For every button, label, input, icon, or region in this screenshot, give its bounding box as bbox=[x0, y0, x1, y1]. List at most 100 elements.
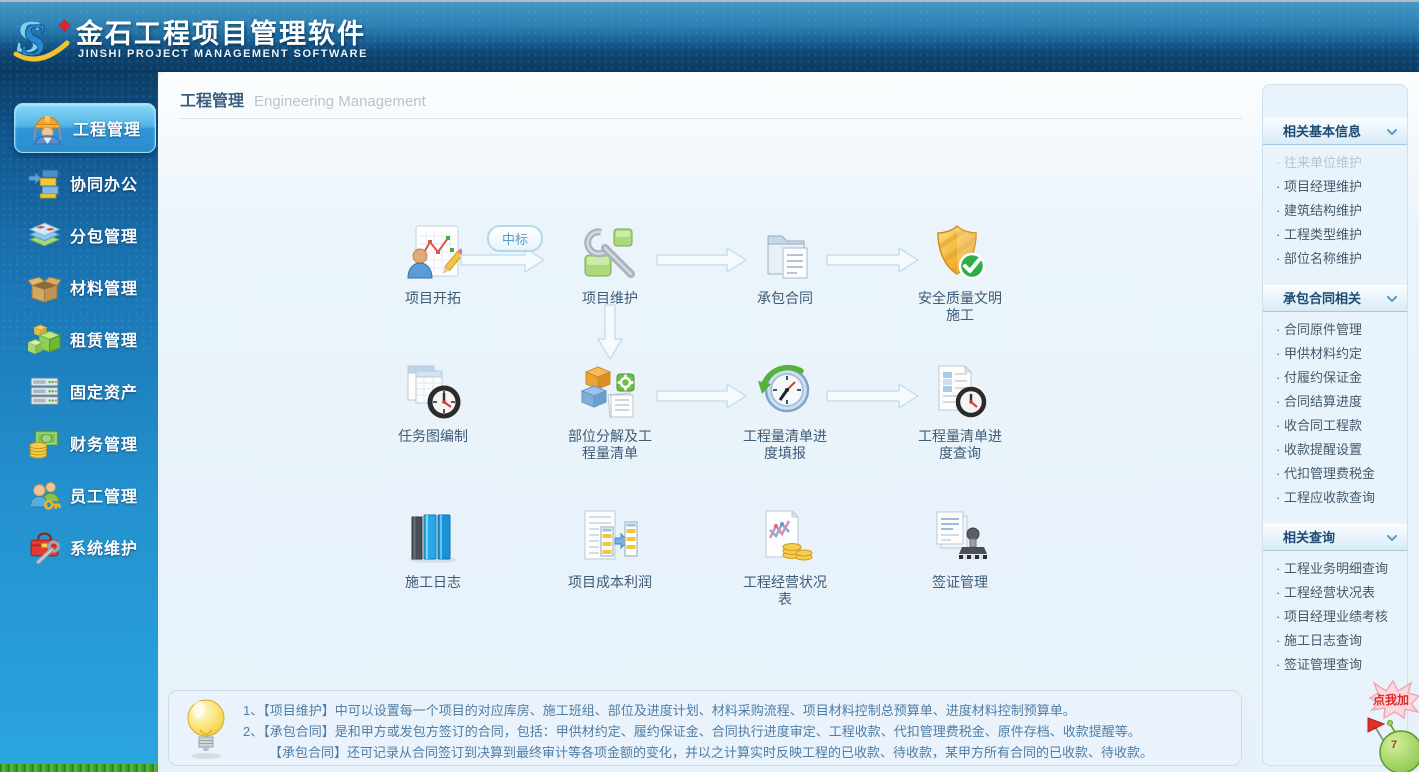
sidebar-item-collab-office[interactable]: 协同办公 bbox=[12, 160, 158, 206]
sidebar-item-fixed-assets[interactable]: 固定资产 bbox=[12, 368, 158, 414]
link-item[interactable]: 合同原件管理 bbox=[1263, 318, 1407, 342]
chevron-down-icon bbox=[1387, 129, 1397, 136]
flow-node-safety[interactable]: 安全质量文明施工 bbox=[905, 224, 1015, 324]
link-item[interactable]: 合同结算进度 bbox=[1263, 390, 1407, 414]
sidebar-item-label: 系统维护 bbox=[70, 541, 139, 558]
sidebar-item-label: 工程管理 bbox=[73, 122, 142, 139]
section-title: 承包合同相关 bbox=[1283, 291, 1362, 306]
sidebar-item-system[interactable]: 系统维护 bbox=[12, 524, 158, 570]
flow-node-parts-bom[interactable]: 部位分解及工程量清单 bbox=[555, 362, 665, 462]
flow-arrow-right-icon bbox=[656, 247, 747, 273]
link-item[interactable]: 收合同工程款 bbox=[1263, 414, 1407, 438]
link-item[interactable]: 工程类型维护 bbox=[1263, 223, 1407, 247]
flow-node-operation-status[interactable]: 工程经营状况表 bbox=[730, 508, 840, 608]
section-title: 相关查询 bbox=[1283, 530, 1336, 545]
app-header: S S 金石工程项目管理软件 JINSHI PROJECT MANAGEMENT… bbox=[0, 0, 1419, 72]
flow-node-cost-profit[interactable]: 项目成本利润 bbox=[555, 508, 665, 591]
flow-node-label: 工程经营状况表 bbox=[743, 574, 827, 607]
layers-icon bbox=[28, 222, 61, 246]
sidebar-item-label: 租赁管理 bbox=[70, 333, 139, 350]
link-item[interactable]: 付履约保证金 bbox=[1263, 366, 1407, 390]
flow-node-progress-fill[interactable]: 工程量清单进度填报 bbox=[730, 362, 840, 462]
money-icon bbox=[29, 430, 59, 458]
sidebar-item-label: 员工管理 bbox=[70, 489, 139, 506]
related-links-panel: 相关基本信息 往来单位维护 项目经理维护 建筑结构维护 工程类型维护 部位名称维… bbox=[1262, 84, 1408, 766]
sidebar-item-label: 材料管理 bbox=[70, 281, 139, 298]
section-header-contract[interactable]: 承包合同相关 bbox=[1263, 285, 1407, 312]
section-header-query[interactable]: 相关查询 bbox=[1263, 524, 1407, 551]
server-rack-icon bbox=[30, 377, 59, 405]
section-items: 合同原件管理 甲供材料约定 付履约保证金 合同结算进度 收合同工程款 收款提醒设… bbox=[1263, 312, 1407, 512]
construction-worker-icon bbox=[33, 115, 62, 144]
progress-query-doc-icon bbox=[938, 364, 987, 418]
light-bulb-icon bbox=[187, 699, 225, 759]
flow-node-visa-management[interactable]: 签证管理 bbox=[905, 508, 1015, 591]
sidebar-item-material[interactable]: 材料管理 bbox=[12, 264, 158, 310]
flow-node-project-maintenance[interactable]: 项目维护 bbox=[555, 224, 665, 307]
flow-node-label: 项目成本利润 bbox=[568, 574, 652, 590]
sidebar-item-label: 财务管理 bbox=[70, 437, 139, 454]
link-item[interactable]: 施工日志查询 bbox=[1263, 629, 1407, 653]
svg-text:S: S bbox=[21, 14, 47, 65]
main-content: 工程管理 Engineering Management 项目开拓 项目维护 承包… bbox=[158, 72, 1419, 772]
mascot-bubble-text: 点我加 bbox=[1373, 692, 1409, 707]
tips-text: 1、【项目维护】中可以设置每一个项目的对应库房、施工班组、部位及进度计划、材料采… bbox=[243, 691, 1241, 763]
title-divider bbox=[180, 118, 1242, 119]
cost-profit-doc-icon bbox=[584, 510, 638, 560]
sidebar-item-subcontract[interactable]: 分包管理 bbox=[12, 212, 158, 258]
sidebar-item-label: 协同办公 bbox=[70, 177, 139, 194]
flow-node-label: 部位分解及工程量清单 bbox=[568, 428, 652, 461]
link-item[interactable]: 工程经营状况表 bbox=[1263, 581, 1407, 605]
grass-decoration bbox=[0, 764, 158, 772]
section-items: 往来单位维护 项目经理维护 建筑结构维护 工程类型维护 部位名称维护 bbox=[1263, 145, 1407, 273]
link-item[interactable]: 工程业务明细查询 bbox=[1263, 557, 1407, 581]
link-item[interactable]: 收款提醒设置 bbox=[1263, 438, 1407, 462]
page-title-zh: 工程管理 bbox=[180, 93, 245, 110]
flow-node-task-chart[interactable]: 任务图编制 bbox=[378, 362, 488, 445]
sidebar-item-finance[interactable]: 财务管理 bbox=[12, 420, 158, 466]
sidebar-item-engineering[interactable]: 工程管理 bbox=[14, 103, 156, 153]
flow-arrow-right-icon bbox=[826, 247, 919, 273]
link-item[interactable]: 签证管理查询 bbox=[1263, 653, 1407, 677]
safety-shield-icon bbox=[937, 224, 986, 280]
link-item[interactable]: 往来单位维护 bbox=[1263, 151, 1407, 175]
app-window: S S 金石工程项目管理软件 JINSHI PROJECT MANAGEMENT… bbox=[0, 0, 1419, 772]
page-title: 工程管理 Engineering Management bbox=[180, 87, 426, 111]
toolbox-wrench-icon bbox=[30, 532, 61, 564]
flow-node-label: 签证管理 bbox=[932, 574, 988, 590]
green-cubes-icon bbox=[28, 324, 61, 354]
flow-node-label: 工程量清单进度填报 bbox=[743, 428, 827, 461]
mascot-body-text: 7 bbox=[1391, 739, 1397, 751]
flow-node-progress-query[interactable]: 工程量清单进度查询 bbox=[905, 362, 1015, 462]
operation-chart-coins-icon bbox=[765, 509, 813, 561]
flow-node-construction-log[interactable]: 施工日志 bbox=[378, 508, 488, 591]
progress-fill-clock-icon bbox=[758, 364, 810, 413]
project-development-icon bbox=[407, 225, 465, 279]
open-box-icon bbox=[28, 276, 61, 303]
link-item[interactable]: 部位名称维护 bbox=[1263, 247, 1407, 271]
flow-arrow-down-icon bbox=[597, 304, 623, 360]
contact-mascot[interactable]: 点我加 7 bbox=[1367, 679, 1419, 772]
task-chart-clock-icon bbox=[407, 365, 461, 419]
flow-node-label: 承包合同 bbox=[757, 290, 813, 306]
left-sidebar: 工程管理 协同办公 分包管理 材料管理 租赁管理 固定资产 财务管理 员工管理 … bbox=[0, 72, 158, 772]
link-item[interactable]: 项目经理业绩考核 bbox=[1263, 605, 1407, 629]
office-blocks-icon bbox=[28, 169, 59, 198]
flow-node-label: 工程量清单进度查询 bbox=[918, 428, 1002, 461]
sidebar-item-employee[interactable]: 员工管理 bbox=[12, 472, 158, 518]
link-item[interactable]: 代扣管理费税金 bbox=[1263, 462, 1407, 486]
people-key-icon bbox=[29, 481, 61, 510]
sidebar-item-label: 分包管理 bbox=[70, 229, 139, 246]
link-item[interactable]: 项目经理维护 bbox=[1263, 175, 1407, 199]
link-item[interactable]: 甲供材料约定 bbox=[1263, 342, 1407, 366]
project-maintenance-icon bbox=[584, 228, 635, 278]
link-item[interactable]: 建筑结构维护 bbox=[1263, 199, 1407, 223]
sidebar-item-lease[interactable]: 租赁管理 bbox=[12, 316, 158, 362]
flow-arrow-right-icon bbox=[656, 383, 747, 409]
section-header-basic-info[interactable]: 相关基本信息 bbox=[1263, 118, 1407, 145]
tip-line: 1、【项目维护】中可以设置每一个项目的对应库房、施工班组、部位及进度计划、材料采… bbox=[243, 703, 1076, 718]
section-items: 工程业务明细查询 工程经营状况表 项目经理业绩考核 施工日志查询 签证管理查询 bbox=[1263, 551, 1407, 679]
sidebar-item-label: 固定资产 bbox=[70, 385, 139, 402]
link-item[interactable]: 工程应收款查询 bbox=[1263, 486, 1407, 510]
app-title: 金石工程项目管理软件 bbox=[76, 19, 366, 49]
